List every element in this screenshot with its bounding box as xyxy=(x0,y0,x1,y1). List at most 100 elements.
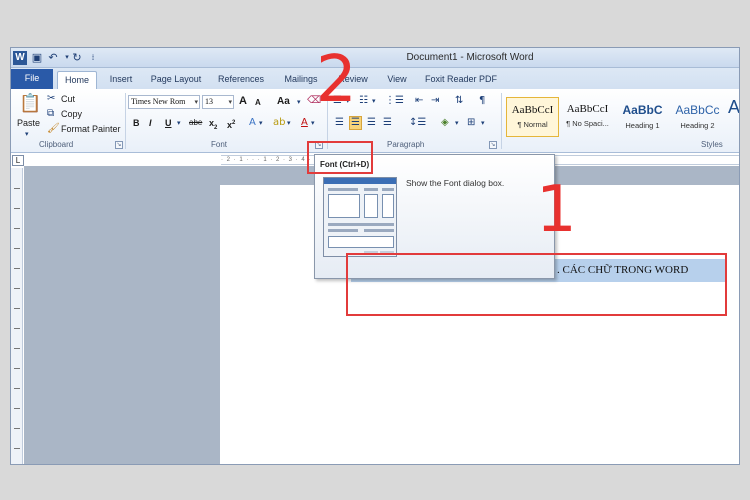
tab-page-layout[interactable]: Page Layout xyxy=(146,71,206,89)
clipboard-dialog-launcher-icon[interactable]: ↘ xyxy=(115,141,123,149)
tab-selector-button[interactable]: L xyxy=(12,155,24,166)
style-heading-2[interactable]: AaBbCc Heading 2 xyxy=(671,97,724,137)
ruler-tick xyxy=(14,368,20,369)
preview-row xyxy=(328,229,358,232)
line-spacing-icon[interactable]: ↕☰ xyxy=(409,117,426,129)
copy-icon[interactable]: ⧉ xyxy=(47,108,54,120)
tab-file[interactable]: File xyxy=(11,69,53,89)
font-color-dropdown-icon[interactable]: ▾ xyxy=(311,117,315,129)
title-bar: W ▣ ↶ ▾ ↻ ⁞ Document1 - Microsoft Word xyxy=(11,48,739,68)
ruler-tick xyxy=(14,328,20,329)
ruler-tick xyxy=(14,288,20,289)
grow-font-button[interactable]: A xyxy=(239,95,247,107)
shading-dropdown-icon[interactable]: ▾ xyxy=(455,117,459,129)
preview-row xyxy=(328,223,394,226)
align-center-icon[interactable]: ☰ xyxy=(349,116,362,130)
text-effects-dropdown-icon[interactable]: ▾ xyxy=(259,117,263,129)
style-preview: AaBbCcI xyxy=(511,104,554,116)
change-case-button[interactable]: Aa xyxy=(277,96,290,108)
subscript-button[interactable]: x2 xyxy=(209,117,217,134)
show-formatting-marks-icon[interactable]: ¶ xyxy=(479,95,485,107)
format-painter-button[interactable]: Format Painter xyxy=(61,123,121,135)
tooltip-description: Show the Font dialog box. xyxy=(406,178,505,188)
text-effects-icon[interactable]: A xyxy=(249,117,256,129)
change-case-dropdown-icon[interactable]: ▾ xyxy=(297,96,301,108)
group-separator xyxy=(125,93,126,149)
style-normal[interactable]: AaBbCcI ¶ Normal xyxy=(506,97,559,137)
borders-icon[interactable]: ⊞ xyxy=(467,117,475,129)
shading-icon[interactable]: ◈ xyxy=(441,117,449,129)
window-title: Document1 - Microsoft Word xyxy=(406,52,534,63)
justify-icon[interactable]: ☰ xyxy=(383,117,392,129)
format-painter-icon[interactable]: 🖌 xyxy=(47,123,60,135)
tab-foxit-reader-pdf[interactable]: Foxit Reader PDF xyxy=(421,71,501,89)
font-size-combo[interactable]: 13 ▾ xyxy=(202,95,234,109)
preview-row xyxy=(364,188,378,191)
ruler-tick xyxy=(14,448,20,449)
increase-indent-icon[interactable]: ⇥ xyxy=(431,95,439,107)
numbering-icon[interactable]: ☷ xyxy=(359,95,368,107)
tab-home[interactable]: Home xyxy=(57,71,97,89)
ruler-tick xyxy=(14,408,20,409)
style-name: Heading 1 xyxy=(625,121,660,130)
tab-references[interactable]: References xyxy=(216,71,266,89)
scissors-icon[interactable]: ✂ xyxy=(47,93,55,105)
ruler-tick xyxy=(14,308,20,309)
style-heading-1[interactable]: AaBbC Heading 1 xyxy=(616,97,669,137)
vertical-ruler[interactable] xyxy=(11,168,23,464)
ruler-tick xyxy=(14,188,20,189)
bold-button[interactable]: B xyxy=(133,117,140,129)
style-preview: AaBbCcI xyxy=(566,103,609,115)
numbering-dropdown-icon[interactable]: ▾ xyxy=(372,95,376,107)
ribbon-home: 📋 Paste ▾ ✂ Cut ⧉ Copy 🖌 Format Painter … xyxy=(11,89,739,153)
font-name-combo[interactable]: Times New Rom ▾ xyxy=(128,95,200,109)
align-right-icon[interactable]: ☰ xyxy=(367,117,376,129)
style-no-spacing[interactable]: AaBbCcI ¶ No Spaci... xyxy=(561,97,614,137)
style-preview: A xyxy=(727,97,740,117)
ruler-tick xyxy=(14,348,20,349)
word-window: W ▣ ↶ ▾ ↻ ⁞ Document1 - Microsoft Word F… xyxy=(10,47,740,465)
tab-insert[interactable]: Insert xyxy=(103,71,139,89)
align-left-icon[interactable]: ☰ xyxy=(335,117,344,129)
chevron-down-icon[interactable]: ▾ xyxy=(228,96,232,108)
cut-button[interactable]: Cut xyxy=(61,93,75,105)
preview-row xyxy=(328,188,358,191)
ribbon-tabs: File Home Insert Page Layout References … xyxy=(11,68,739,89)
ruler-tick xyxy=(14,428,20,429)
step-number-two: 2 xyxy=(316,43,357,117)
highlight-box-selected-text xyxy=(346,253,727,316)
superscript-button[interactable]: x2 xyxy=(227,117,235,131)
copy-button[interactable]: Copy xyxy=(61,108,82,120)
strikethrough-button[interactable]: abe xyxy=(189,117,202,129)
ruler-tick xyxy=(14,208,20,209)
highlight-dropdown-icon[interactable]: ▾ xyxy=(287,117,291,129)
decrease-indent-icon[interactable]: ⇤ xyxy=(415,95,423,107)
ruler-tick xyxy=(14,248,20,249)
paragraph-dialog-launcher-icon[interactable]: ↘ xyxy=(489,141,497,149)
font-group-label: Font xyxy=(211,140,228,149)
clipboard-paste-icon[interactable]: 📋 xyxy=(19,93,41,115)
paste-dropdown-icon[interactable]: ▾ xyxy=(25,128,29,140)
font-size-value: 13 xyxy=(205,97,213,106)
underline-button[interactable]: U xyxy=(165,117,172,129)
style-name: ¶ No Spaci... xyxy=(566,119,609,128)
styles-group-label: Styles xyxy=(701,140,723,149)
font-color-icon[interactable]: A xyxy=(301,117,308,129)
chevron-down-icon[interactable]: ▾ xyxy=(194,96,198,108)
borders-dropdown-icon[interactable]: ▾ xyxy=(481,117,485,129)
sort-icon[interactable]: ⇅ xyxy=(455,95,463,107)
preview-row xyxy=(364,229,394,232)
preview-row xyxy=(382,188,394,191)
underline-dropdown-icon[interactable]: ▾ xyxy=(177,117,181,129)
preview-box xyxy=(382,194,394,218)
highlight-icon[interactable]: ab xyxy=(273,117,285,129)
style-name: Heading 2 xyxy=(680,121,715,130)
multilevel-list-icon[interactable]: ⋮☰ xyxy=(385,95,404,107)
italic-button[interactable]: I xyxy=(149,117,152,129)
style-preview: AaBbC xyxy=(622,103,663,117)
clipboard-group-label: Clipboard xyxy=(39,140,74,149)
style-title[interactable]: A xyxy=(724,97,740,137)
paragraph-group-label: Paragraph xyxy=(387,140,425,149)
shrink-font-button[interactable]: A xyxy=(255,97,261,109)
tab-view[interactable]: View xyxy=(383,71,411,89)
